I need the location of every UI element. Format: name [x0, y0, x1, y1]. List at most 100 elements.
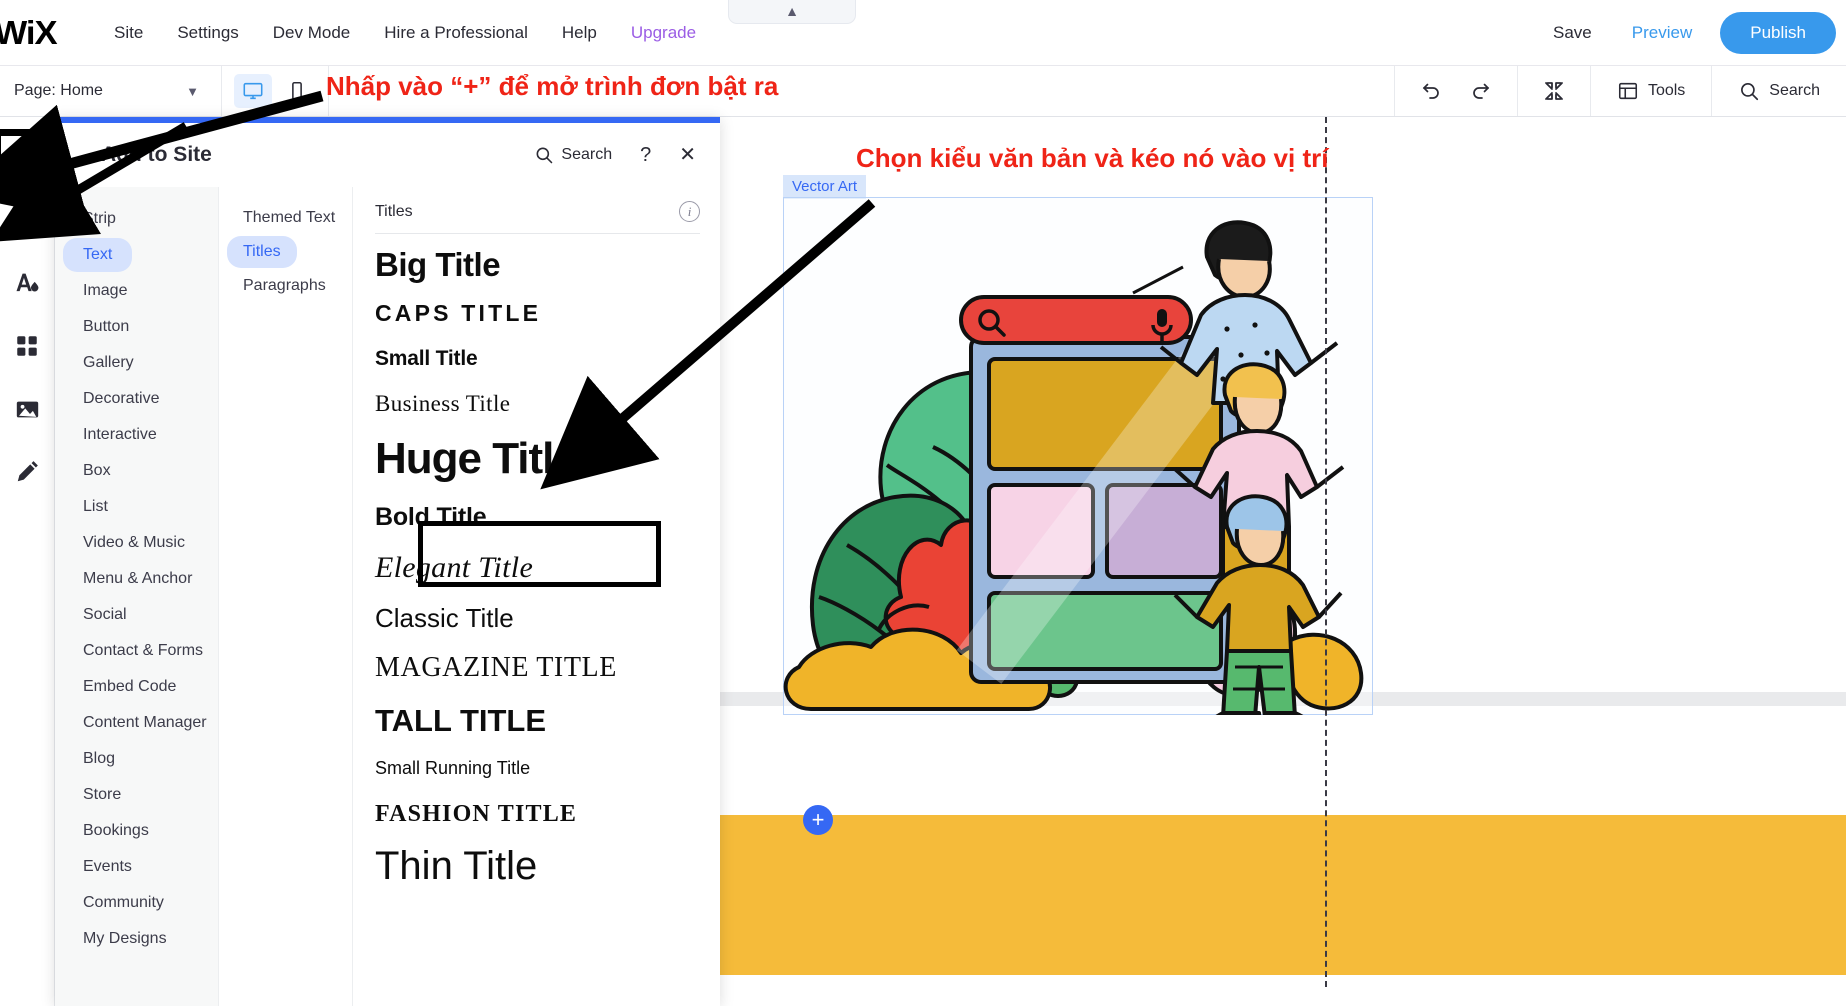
page-selector[interactable]: Page: Home ▼: [0, 66, 222, 116]
category-item-button[interactable]: Button: [63, 310, 149, 344]
device-mobile-button[interactable]: [278, 74, 316, 108]
subcategory-item-paragraphs[interactable]: Paragraphs: [227, 270, 342, 302]
add-to-site-panel[interactable]: Add to Site Search ? ✕ Strip Text Image: [55, 117, 720, 1006]
title-style-row[interactable]: Small Title: [375, 336, 700, 380]
title-style-thin-title[interactable]: Thin Title: [375, 846, 537, 886]
category-item-interactive[interactable]: Interactive: [63, 418, 177, 452]
menu-item-site[interactable]: Site: [97, 17, 160, 49]
vector-art-illustration[interactable]: [783, 197, 1373, 715]
category-item-decorative[interactable]: Decorative: [63, 382, 179, 416]
subcategory-item-titles[interactable]: Titles: [227, 236, 297, 268]
title-style-huge-title[interactable]: Huge Title: [375, 437, 578, 481]
title-style-tall-title[interactable]: TALL TITLE: [375, 705, 546, 736]
rail-blog-button[interactable]: [3, 448, 51, 496]
panel-close-button[interactable]: ✕: [679, 145, 696, 165]
apps-icon: [17, 336, 37, 356]
category-item-blog[interactable]: Blog: [63, 742, 135, 776]
panel-search-label: Search: [561, 146, 613, 163]
title-style-row[interactable]: Thin Title: [375, 838, 700, 894]
rail-app-market-button[interactable]: [3, 322, 51, 370]
title-style-list[interactable]: Big Title CAPS TITLE Small Title Business T…: [375, 238, 700, 894]
category-item-strip[interactable]: Strip: [63, 202, 136, 236]
category-item-list[interactable]: List: [63, 490, 128, 524]
layout-icon: [1618, 82, 1637, 100]
title-style-caps-title[interactable]: CAPS TITLE: [375, 301, 541, 325]
panel-category-list[interactable]: Strip Text Image Button Gallery Decorati…: [55, 187, 219, 1006]
title-style-big-title[interactable]: Big Title: [375, 248, 501, 281]
menu-item-hire-a-professional[interactable]: Hire a Professional: [367, 17, 545, 49]
search-icon: [1741, 83, 1759, 101]
page-bottom-strip[interactable]: [665, 815, 1846, 975]
category-item-social[interactable]: Social: [63, 598, 147, 632]
title-style-row[interactable]: Huge Title: [375, 426, 700, 492]
menu-item-settings[interactable]: Settings: [160, 17, 255, 49]
zoom-out-button[interactable]: [1516, 66, 1590, 116]
undo-icon[interactable]: [1419, 79, 1443, 103]
title-style-row[interactable]: Big Title: [375, 238, 700, 290]
tools-label: Tools: [1647, 82, 1686, 99]
panel-search-button[interactable]: Search: [534, 145, 612, 165]
title-style-row[interactable]: Small Running Title: [375, 746, 700, 790]
preview-button[interactable]: Preview: [1612, 17, 1712, 49]
wix-logo[interactable]: WiX: [0, 14, 58, 52]
category-item-contact-forms[interactable]: Contact & Forms: [63, 634, 218, 668]
redo-icon[interactable]: [1469, 79, 1493, 103]
publish-button[interactable]: Publish: [1720, 11, 1836, 54]
title-style-row[interactable]: FASHION TITLE: [375, 790, 700, 838]
toolbar-search-button[interactable]: Search: [1711, 66, 1846, 116]
info-icon[interactable]: i: [679, 201, 700, 222]
title-style-row[interactable]: CAPS TITLE: [375, 290, 700, 336]
category-item-box[interactable]: Box: [63, 454, 131, 488]
category-item-gallery[interactable]: Gallery: [63, 346, 154, 380]
rail-my-media-button[interactable]: [3, 385, 51, 433]
category-item-store[interactable]: Store: [63, 778, 141, 812]
title-style-classic-title[interactable]: Classic Title: [375, 605, 514, 631]
title-style-row[interactable]: Classic Title: [375, 594, 700, 642]
rail-add-elements-button[interactable]: [3, 133, 51, 181]
browser-tab-notch[interactable]: ▲: [728, 0, 856, 24]
menu-item-dev-mode[interactable]: Dev Mode: [256, 17, 367, 49]
tools-button[interactable]: Tools: [1589, 66, 1711, 116]
category-item-bookings[interactable]: Bookings: [63, 814, 169, 848]
menu-item-help[interactable]: Help: [545, 17, 614, 49]
save-button[interactable]: Save: [1533, 17, 1612, 49]
category-item-my-designs[interactable]: My Designs: [63, 922, 187, 956]
title-style-row[interactable]: MAGAZINE TITLE: [375, 642, 700, 694]
menu-item-upgrade[interactable]: Upgrade: [614, 17, 713, 49]
annotation-text-2: Chọn kiểu văn bản và kéo nó vào vị trí: [856, 143, 1329, 173]
title-style-row[interactable]: TALL TITLE: [375, 694, 700, 746]
category-item-embed-code[interactable]: Embed Code: [63, 670, 196, 704]
title-style-bold-title[interactable]: Bold Title: [375, 504, 487, 530]
chevron-down-icon: ▼: [186, 83, 199, 99]
panel-help-button[interactable]: ?: [640, 145, 651, 165]
title-style-row[interactable]: Elegant Title: [375, 542, 700, 594]
title-style-business-title[interactable]: Business Title: [375, 392, 510, 415]
category-item-content-manager[interactable]: Content Manager: [63, 706, 218, 740]
title-style-row[interactable]: Bold Title: [375, 492, 700, 542]
category-item-menu-anchor[interactable]: Menu & Anchor: [63, 562, 212, 596]
panel-subcategory-list[interactable]: Themed Text Titles Paragraphs: [219, 187, 353, 1006]
subcategory-item-themed-text[interactable]: Themed Text: [227, 202, 351, 234]
page-icon: [19, 209, 35, 231]
category-item-video-music[interactable]: Video & Music: [63, 526, 205, 560]
rail-site-design-button[interactable]: [3, 259, 51, 307]
device-desktop-button[interactable]: [234, 74, 272, 108]
category-item-events[interactable]: Events: [63, 850, 152, 884]
title-style-fashion-title[interactable]: FASHION TITLE: [375, 802, 577, 826]
category-item-image[interactable]: Image: [63, 274, 147, 308]
mobile-icon: [292, 81, 302, 101]
add-section-button[interactable]: +: [803, 805, 833, 835]
category-item-community[interactable]: Community: [63, 886, 184, 920]
category-item-text[interactable]: Text: [63, 238, 133, 272]
title-style-small-title[interactable]: Small Title: [375, 348, 478, 369]
title-style-small-running-title[interactable]: Small Running Title: [375, 759, 530, 777]
rail-pages-button[interactable]: [3, 196, 51, 244]
zoom-out-icon: [1545, 82, 1563, 100]
title-style-row[interactable]: Business Title: [375, 380, 700, 426]
media-icon: [16, 401, 38, 417]
panel-header-actions: Search ? ✕: [534, 145, 696, 165]
title-style-elegant-title[interactable]: Elegant Title: [375, 553, 533, 583]
left-icon-rail: [0, 117, 55, 1006]
panel-items-column[interactable]: Titles i Big Title CAPS TITLE Small Title B…: [353, 187, 720, 1006]
title-style-magazine-title[interactable]: MAGAZINE TITLE: [375, 654, 617, 682]
